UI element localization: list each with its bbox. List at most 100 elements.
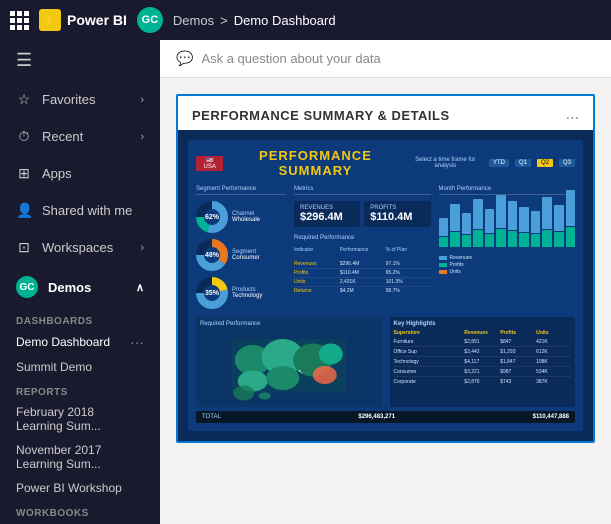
row-consumer: Consumer: [394, 368, 464, 377]
workspace-icon: ⊡: [16, 239, 32, 256]
bar-profit: [554, 232, 564, 247]
bar-group: [554, 205, 564, 247]
highlights-title: Key Highlights: [394, 321, 572, 327]
section-title-workbooks: WORKBOOKS: [0, 500, 160, 521]
bar-group: [462, 213, 472, 247]
power-bi-icon: ⚡: [39, 9, 61, 31]
sidebar-item-apps[interactable]: ⊞ Apps: [0, 155, 160, 192]
breadcrumb-page: Demo Dashboard: [234, 13, 336, 28]
segment-metric: 48% Segment Consumer: [196, 239, 286, 271]
col-units: Units: [536, 329, 571, 337]
chart-header: Month Performance: [439, 186, 576, 195]
more-options-icon[interactable]: ···: [130, 334, 144, 350]
flag-icon: 🇺🇸 USA: [196, 156, 223, 171]
app-launcher-icon[interactable]: [10, 11, 29, 30]
row-consumer-prof: $987: [500, 368, 535, 377]
chevron-right-icon: ›: [140, 242, 144, 254]
total-profits: $110,447,888: [533, 414, 569, 420]
products-sub: Technology: [232, 293, 262, 299]
sidebar-item-summit-demo[interactable]: Summit Demo: [0, 355, 160, 379]
table-row: Returns$4.2M98.7%: [294, 287, 431, 295]
sidebar-item-demos[interactable]: GC Demos ∧: [0, 266, 160, 308]
row-office-units: 612K: [536, 348, 571, 357]
bar-profit: [519, 233, 529, 247]
bar-group: [485, 209, 495, 247]
app-name: Power BI: [67, 12, 127, 28]
card-options-button[interactable]: ...: [566, 106, 579, 124]
row-office: Office Sup: [394, 348, 464, 357]
bar-revenue: [473, 199, 483, 229]
metrics-column: Metrics REVENUES $296.4M PROFITS $110.4M: [294, 186, 431, 309]
q3-button[interactable]: Q3: [559, 159, 575, 167]
topbar: ⚡ Power BI GC Demos > Demo Dashboard: [0, 0, 611, 40]
grid-icon: ⊞: [16, 165, 32, 182]
dashboard-card: PERFORMANCE SUMMARY & DETAILS ... 🇺🇸 USA…: [176, 94, 595, 443]
perf-title: PERFORMANCE SUMMARY: [229, 148, 401, 178]
card-title: PERFORMANCE SUMMARY & DETAILS: [192, 108, 450, 123]
sidebar-item-workspaces[interactable]: ⊡ Workspaces ›: [0, 229, 160, 266]
bar-revenue: [519, 207, 529, 232]
chart-column: Month Performance Revenues Profit: [439, 186, 576, 309]
q1-button[interactable]: Q1: [515, 159, 531, 167]
ytd-button[interactable]: YTD: [489, 159, 509, 167]
svg-text:35%: 35%: [205, 290, 220, 297]
highlights-table: Superstore Revenues Profits Units Furnit…: [394, 329, 572, 386]
perf-cols-header: IndicatorPerformance% of Plan: [294, 247, 431, 253]
row-consumer-units: 534K: [536, 368, 571, 377]
qa-placeholder: Ask a question about your data: [201, 51, 380, 66]
bar-profit: [450, 232, 460, 247]
chevron-right-icon: ›: [140, 94, 144, 106]
revenue-value: $296.4M: [300, 211, 354, 223]
sidebar-item-report-nov[interactable]: November 2017 Learning Sum...: [0, 438, 160, 476]
bar-group: [450, 204, 460, 247]
section-title-dashboards: DASHBOARDS: [0, 308, 160, 329]
sidebar-item-recent[interactable]: ⏱ Recent ›: [0, 118, 160, 155]
sidebar-label-workspaces: Workspaces: [42, 240, 113, 255]
bar-group: [519, 207, 529, 247]
performance-summary-visual[interactable]: 🇺🇸 USA PERFORMANCE SUMMARY Select a time…: [178, 130, 593, 441]
sidebar: ☰ ☆ Favorites › ⏱ Recent › ⊞ Apps 👤 Shar…: [0, 40, 160, 524]
bar-revenue: [542, 197, 552, 228]
user-avatar[interactable]: GC: [137, 7, 163, 33]
bar-profit: [485, 234, 495, 247]
sidebar-item-report-feb[interactable]: February 2018 Learning Sum...: [0, 400, 160, 438]
qa-bar[interactable]: 💬 Ask a question about your data: [160, 40, 611, 78]
bar-revenue: [566, 190, 576, 226]
report-label-nov: November 2017 Learning Sum...: [16, 443, 144, 471]
bar-chart: [439, 199, 576, 249]
total-bar: TOTAL $296,483,271 $110,447,888: [196, 411, 575, 423]
col-revenues: Revenues: [464, 329, 499, 337]
dashboard-wrapper: PERFORMANCE SUMMARY & DETAILS ... 🇺🇸 USA…: [160, 78, 611, 459]
bar-group: [508, 201, 518, 247]
bar-profit: [531, 234, 541, 247]
revenue-metric-box: REVENUES $296.4M: [294, 201, 360, 227]
map-table-section: Required Performance: [196, 317, 575, 407]
sidebar-label-demos: Demos: [48, 280, 91, 295]
sidebar-item-report-pbi[interactable]: Power BI Workshop: [0, 476, 160, 500]
perf-table: Revenues$296.4M97.1% Profits$110.4M95.2%…: [294, 260, 431, 295]
dashboard-label-summit: Summit Demo: [16, 360, 92, 374]
sidebar-item-favorites[interactable]: ☆ Favorites ›: [0, 81, 160, 118]
legend-item-units: Units: [439, 269, 576, 275]
q2-button[interactable]: Q2: [537, 159, 553, 167]
bar-profit: [566, 227, 576, 247]
person-icon: 👤: [16, 202, 32, 219]
clock-icon: ⏱: [16, 128, 32, 145]
row-office-rev: $3,442: [464, 348, 499, 357]
content-area: 💬 Ask a question about your data PERFORM…: [160, 40, 611, 524]
perf-inner: 🇺🇸 USA PERFORMANCE SUMMARY Select a time…: [188, 140, 583, 431]
table-row: Revenues$296.4M97.1%: [294, 260, 431, 269]
bar-group: [566, 190, 576, 247]
row-tech-units: 198K: [536, 358, 571, 367]
svg-text:48%: 48%: [205, 252, 220, 259]
bar-group: [439, 218, 449, 247]
bar-revenue: [450, 204, 460, 231]
hamburger-button[interactable]: ☰: [0, 40, 160, 81]
bar-revenue: [508, 201, 518, 230]
sidebar-item-demo-dashboard[interactable]: Demo Dashboard ···: [0, 329, 160, 355]
sidebar-item-shared[interactable]: 👤 Shared with me: [0, 192, 160, 229]
breadcrumb-workspace[interactable]: Demos: [173, 13, 214, 28]
bar-profit: [542, 230, 552, 247]
table-row: Units2,431K101.3%: [294, 278, 431, 287]
metrics-grid: REVENUES $296.4M PROFITS $110.4M: [294, 201, 431, 227]
